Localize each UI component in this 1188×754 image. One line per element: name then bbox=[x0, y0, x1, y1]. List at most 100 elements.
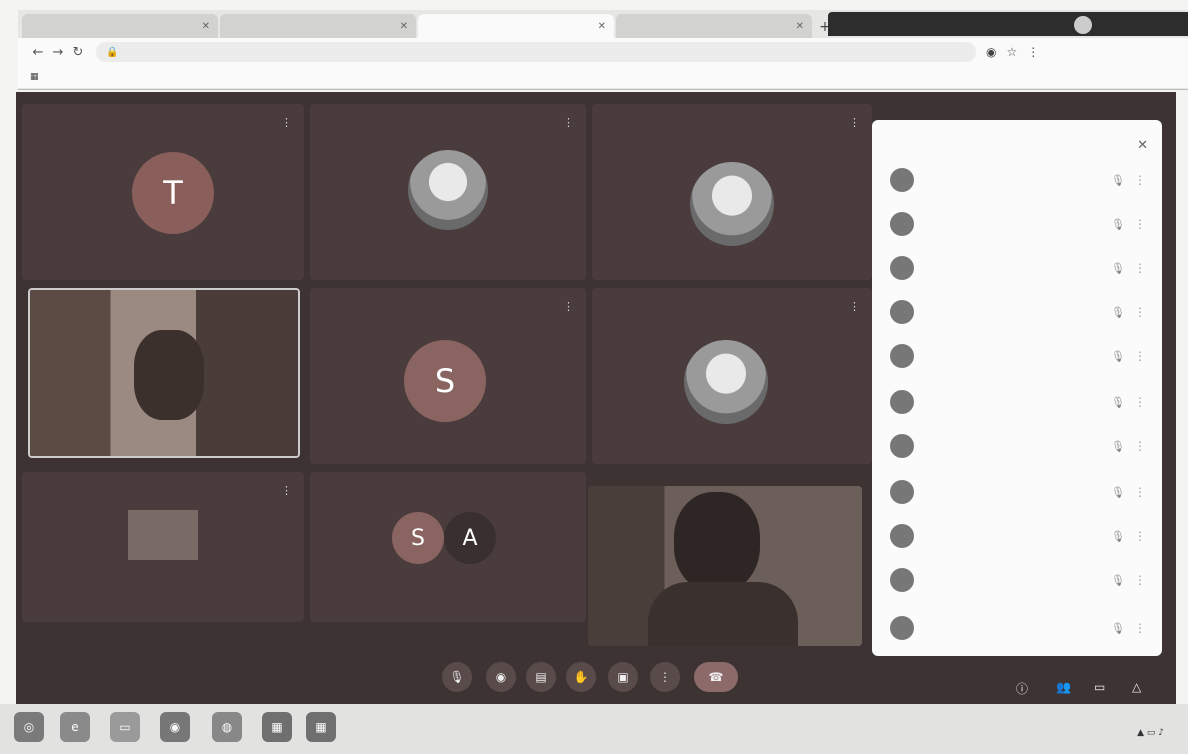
avatar bbox=[890, 616, 914, 640]
mic-off-icon[interactable]: 🎙 bbox=[1108, 350, 1128, 363]
more-options-icon[interactable]: ⋮ bbox=[1128, 173, 1152, 187]
avatar bbox=[890, 480, 914, 504]
camera-icon[interactable]: ◉ bbox=[486, 662, 516, 692]
avatar bbox=[684, 340, 768, 424]
mic-off-icon[interactable]: 🎙 bbox=[1108, 440, 1128, 453]
extension-icon[interactable]: ◉ bbox=[986, 45, 996, 59]
avatar bbox=[890, 568, 914, 592]
apps-icon[interactable]: ▦ bbox=[30, 72, 39, 82]
participant-tile[interactable]: ⋮ bbox=[592, 288, 872, 464]
more-options-icon[interactable]: ⋮ bbox=[281, 116, 292, 129]
mic-off-icon[interactable]: 🎙 bbox=[1108, 396, 1128, 409]
close-tab-icon[interactable]: ✕ bbox=[598, 21, 606, 32]
participant-row[interactable]: 🎙 ⋮ bbox=[890, 472, 1152, 512]
folder-icon[interactable]: ▭ bbox=[110, 712, 140, 742]
raise-hand-icon[interactable]: ✋ bbox=[566, 662, 596, 692]
more-options-icon[interactable]: ⋮ bbox=[1128, 305, 1152, 319]
video-tile[interactable] bbox=[588, 486, 862, 646]
mic-off-icon[interactable]: 🎙 bbox=[1108, 306, 1128, 319]
avatar bbox=[408, 150, 488, 230]
chrome-icon[interactable]: ◍ bbox=[212, 712, 242, 742]
browser-window-top: ✕ ✕ ✕ ✕ + ← → ↻ 🔒 ◉ ☆ ⋮ ▦ bbox=[18, 10, 1188, 90]
participant-row[interactable]: 🎙 ⋮ bbox=[890, 204, 1152, 244]
mic-off-icon[interactable]: 🎙 bbox=[1108, 486, 1128, 499]
more-options-icon[interactable]: ⋮ bbox=[1128, 439, 1152, 453]
participant-image bbox=[128, 510, 198, 560]
mic-off-icon[interactable]: 🎙 bbox=[1108, 530, 1128, 543]
others-tile[interactable]: S A bbox=[310, 472, 586, 622]
more-options-icon[interactable]: ⋮ bbox=[281, 484, 292, 497]
browser-icon[interactable]: e bbox=[60, 712, 90, 742]
avatar bbox=[690, 162, 774, 246]
app-icon[interactable]: ▦ bbox=[306, 712, 336, 742]
more-options-icon[interactable]: ⋮ bbox=[1128, 395, 1152, 409]
bookmark-star-icon[interactable]: ☆ bbox=[1006, 45, 1017, 59]
back-icon[interactable]: ← bbox=[28, 45, 48, 60]
close-tab-icon[interactable]: ✕ bbox=[796, 21, 804, 32]
more-options-icon[interactable]: ⋮ bbox=[1128, 217, 1152, 231]
captions-icon[interactable]: ▤ bbox=[526, 662, 556, 692]
profile-avatar[interactable] bbox=[1074, 16, 1092, 34]
more-options-icon[interactable]: ⋮ bbox=[650, 662, 680, 692]
close-icon[interactable]: ✕ bbox=[1137, 138, 1148, 153]
participant-tile[interactable]: ⋮ bbox=[310, 104, 586, 280]
mic-off-icon[interactable]: 🎙 bbox=[1108, 574, 1128, 587]
info-icon[interactable]: ⓘ bbox=[1016, 680, 1028, 697]
leave-call-button[interactable]: ☎ bbox=[694, 662, 738, 692]
participant-tile[interactable]: T ⋮ bbox=[22, 104, 304, 280]
avatar bbox=[890, 390, 914, 414]
reload-icon[interactable]: ↻ bbox=[68, 45, 88, 60]
browser-tab[interactable]: ✕ bbox=[22, 14, 218, 38]
avatar bbox=[890, 300, 914, 324]
more-options-icon[interactable]: ⋮ bbox=[1128, 261, 1152, 275]
menu-icon[interactable]: ⋮ bbox=[1027, 45, 1039, 59]
participant-row[interactable]: 🎙 ⋮ bbox=[890, 292, 1152, 332]
os-taskbar: ◎ e ▭ ◉ ◍ ▦ ▦ ▲ ▭ ♪ bbox=[0, 704, 1188, 754]
close-tab-icon[interactable]: ✕ bbox=[202, 21, 210, 32]
system-tray-icons[interactable]: ▲ ▭ ♪ bbox=[1137, 728, 1164, 738]
participant-tile[interactable]: S ⋮ bbox=[310, 288, 586, 464]
activities-icon[interactable]: △ bbox=[1132, 680, 1141, 694]
participant-tile[interactable]: ⋮ bbox=[22, 472, 304, 622]
participant-row[interactable]: 🎙 ⋮ bbox=[890, 160, 1152, 200]
more-options-icon[interactable]: ⋮ bbox=[1128, 529, 1152, 543]
app-icon[interactable]: ◉ bbox=[160, 712, 190, 742]
more-options-icon[interactable]: ⋮ bbox=[849, 116, 860, 129]
participant-row[interactable]: 🎙 ⋮ bbox=[890, 608, 1152, 648]
video-tile[interactable] bbox=[28, 288, 300, 458]
address-bar[interactable]: 🔒 bbox=[96, 42, 976, 62]
avatar bbox=[890, 256, 914, 280]
close-tab-icon[interactable]: ✕ bbox=[400, 21, 408, 32]
more-options-icon[interactable]: ⋮ bbox=[1128, 485, 1152, 499]
participant-row[interactable]: 🎙 ⋮ bbox=[890, 516, 1152, 556]
avatar bbox=[890, 212, 914, 236]
mic-off-icon[interactable]: 🎙 bbox=[1108, 174, 1128, 187]
app-icon[interactable]: ▦ bbox=[262, 712, 292, 742]
more-options-icon[interactable]: ⋮ bbox=[1128, 349, 1152, 363]
participant-tile[interactable]: ⋮ bbox=[592, 104, 872, 280]
participant-row[interactable]: 🎙 ⋮ bbox=[890, 336, 1152, 376]
more-options-icon[interactable]: ⋮ bbox=[563, 300, 574, 313]
browser-tab[interactable]: ✕ bbox=[616, 14, 812, 38]
participant-row[interactable]: 🎙 ⋮ bbox=[890, 382, 1152, 422]
people-icon[interactable]: 👥 bbox=[1056, 680, 1071, 694]
more-options-icon[interactable]: ⋮ bbox=[849, 300, 860, 313]
chat-icon[interactable]: ▭ bbox=[1094, 680, 1105, 694]
forward-icon[interactable]: → bbox=[48, 45, 68, 60]
mic-icon[interactable]: 🎙 bbox=[442, 662, 472, 692]
participant-row[interactable]: 🎙 ⋮ bbox=[890, 426, 1152, 466]
browser-tab[interactable]: ✕ bbox=[220, 14, 416, 38]
more-options-icon[interactable]: ⋮ bbox=[1128, 621, 1152, 635]
participant-row[interactable]: 🎙 ⋮ bbox=[890, 560, 1152, 600]
participant-row[interactable]: 🎙 ⋮ bbox=[890, 248, 1152, 288]
avatar: S bbox=[392, 512, 444, 564]
start-icon[interactable]: ◎ bbox=[14, 712, 44, 742]
browser-tab-active[interactable]: ✕ bbox=[418, 14, 614, 38]
mic-off-icon[interactable]: 🎙 bbox=[1108, 622, 1128, 635]
more-options-icon[interactable]: ⋮ bbox=[1128, 573, 1152, 587]
present-icon[interactable]: ▣ bbox=[608, 662, 638, 692]
more-options-icon[interactable]: ⋮ bbox=[563, 116, 574, 129]
mic-off-icon[interactable]: 🎙 bbox=[1108, 218, 1128, 231]
lock-icon: 🔒 bbox=[106, 46, 119, 58]
mic-off-icon[interactable]: 🎙 bbox=[1108, 262, 1128, 275]
